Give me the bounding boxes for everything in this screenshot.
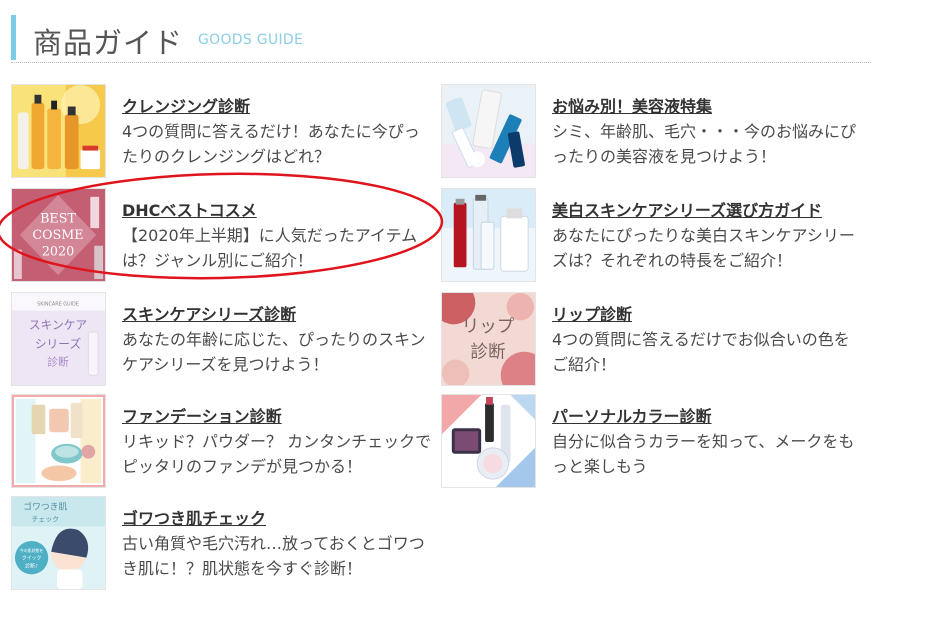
serum-products-icon: [442, 85, 535, 177]
item-title-link[interactable]: スキンケアシリーズ診断: [122, 301, 296, 325]
header-accent-bar: [11, 15, 16, 60]
best-cosme-icon: BEST COSME 2020: [12, 189, 105, 281]
year-text: 2020: [42, 244, 74, 259]
serum-products-thumbnail[interactable]: [441, 84, 536, 178]
item-description: あなたにぴったりな美白スキンケアシリーズは？それぞれの特長をご紹介！: [552, 226, 855, 270]
guide-item-foundation[interactable]: ファンデーション診断 リキッド？パウダー？ カンタンチェックでピッタリのファンデ…: [11, 394, 431, 490]
item-title-link[interactable]: リップ診断: [552, 301, 632, 325]
cleansing-products-icon: [12, 85, 105, 177]
guide-item-serum[interactable]: お悩み別！美容液特集 シミ、年齢肌、毛穴・・・今のお悩みにぴったりの美容液を見つ…: [441, 84, 861, 180]
best-text: BEST: [40, 210, 76, 225]
quick-text-2: クイック: [22, 556, 42, 562]
item-description: リキッド？パウダー？ カンタンチェックでピッタリのファンデが見つかる！: [122, 432, 432, 476]
skincare-text: スキンケア: [29, 318, 87, 332]
guide-item-skincare-series[interactable]: SKINCARE GUIDE スキンケア シリーズ 診断 スキンケアシリーズ診断…: [11, 292, 431, 388]
item-title-link[interactable]: ゴワつき肌チェック: [122, 505, 266, 529]
whitening-skincare-thumbnail[interactable]: [441, 188, 536, 282]
skincare-guide-text: SKINCARE GUIDE: [37, 302, 79, 308]
guide-item-best-cosme[interactable]: BEST COSME 2020 DHCベストコスメ 【2020年上半期】に人気だ…: [11, 188, 431, 284]
guide-item-whitening-skincare[interactable]: 美白スキンケアシリーズ選び方ガイド あなたにぴったりな美白スキンケアシリーズは？…: [441, 188, 861, 284]
section-header: 商品ガイド GOODS GUIDE: [11, 14, 871, 63]
item-title-link[interactable]: 美白スキンケアシリーズ選び方ガイド: [552, 197, 822, 221]
personal-color-thumbnail[interactable]: [441, 394, 536, 488]
item-title-link[interactable]: クレンジング診断: [122, 93, 250, 117]
skincare-series-icon: SKINCARE GUIDE スキンケア シリーズ 診断: [12, 293, 105, 385]
item-title-link[interactable]: パーソナルカラー診断: [552, 403, 712, 427]
item-description: 古い角質や毛穴汚れ…放っておくとゴワつき肌に！？肌状態を今すぐ診断！: [122, 534, 425, 578]
quick-text-3: 診断♪: [25, 562, 38, 569]
cosme-text: COSME: [32, 227, 83, 242]
rough-skin-text: ゴワつき肌: [23, 501, 67, 513]
best-cosme-thumbnail[interactable]: BEST COSME 2020: [11, 188, 106, 282]
guide-item-lip[interactable]: リップ 診断 リップ診断 4つの質問に答えるだけでお似合いの色をご紹介！: [441, 292, 861, 388]
quick-text-1: 今の肌状態を: [20, 548, 44, 553]
skincare-series-thumbnail[interactable]: SKINCARE GUIDE スキンケア シリーズ 診断: [11, 292, 106, 386]
item-description: あなたの年齢に応じた、ぴったりのスキンケアシリーズを見つけよう！: [122, 330, 426, 374]
rough-skin-thumbnail[interactable]: ゴワつき肌 チェック 今の肌状態を クイック 診断♪: [11, 496, 106, 590]
item-description: 4つの質問に答えるだけでお似合いの色をご紹介！: [552, 330, 850, 374]
foundation-thumbnail[interactable]: [11, 394, 106, 488]
personal-color-icon: [442, 395, 535, 487]
check-text: チェック: [32, 515, 59, 523]
guide-item-cleansing[interactable]: クレンジング診断 4つの質問に答えるだけ！あなたに今ぴったりのクレンジングはどれ…: [11, 84, 431, 180]
lip-diagnosis-thumbnail[interactable]: リップ 診断: [441, 292, 536, 386]
cleansing-products-thumbnail[interactable]: [11, 84, 106, 178]
foundation-icon: [12, 395, 105, 487]
guide-item-rough-skin[interactable]: ゴワつき肌 チェック 今の肌状態を クイック 診断♪ ゴワつき肌チェック 古い角…: [11, 496, 431, 592]
lip-diagnosis-icon: リップ 診断: [442, 293, 535, 385]
whitening-skincare-icon: [442, 189, 535, 281]
lip-text: リップ: [462, 317, 515, 337]
guide-item-personal-color[interactable]: パーソナルカラー診断 自分に似合うカラーを知って、メークをもっと楽しもう: [441, 394, 861, 490]
item-description: 【2020年上半期】に人気だったアイテムは？ジャンル別にご紹介！: [122, 226, 418, 270]
item-description: 自分に似合うカラーを知って、メークをもっと楽しもう: [552, 432, 855, 476]
rough-skin-icon: ゴワつき肌 チェック 今の肌状態を クイック 診断♪: [12, 497, 105, 589]
item-title-link[interactable]: DHCベストコスメ: [122, 197, 257, 221]
series-text: シリーズ: [35, 337, 82, 351]
section-subtitle: GOODS GUIDE: [198, 32, 304, 48]
section-title: 商品ガイド: [33, 26, 184, 60]
lip-diagnosis-text: 診断: [470, 343, 505, 363]
diagnosis-text: 診断: [47, 355, 69, 368]
item-title-link[interactable]: お悩み別！美容液特集: [552, 93, 712, 117]
item-description: 4つの質問に答えるだけ！あなたに今ぴったりのクレンジングはどれ？: [122, 122, 420, 166]
item-title-link[interactable]: ファンデーション診断: [122, 403, 282, 427]
item-description: シミ、年齢肌、毛穴・・・今のお悩みにぴったりの美容液を見つけよう！: [552, 122, 857, 166]
